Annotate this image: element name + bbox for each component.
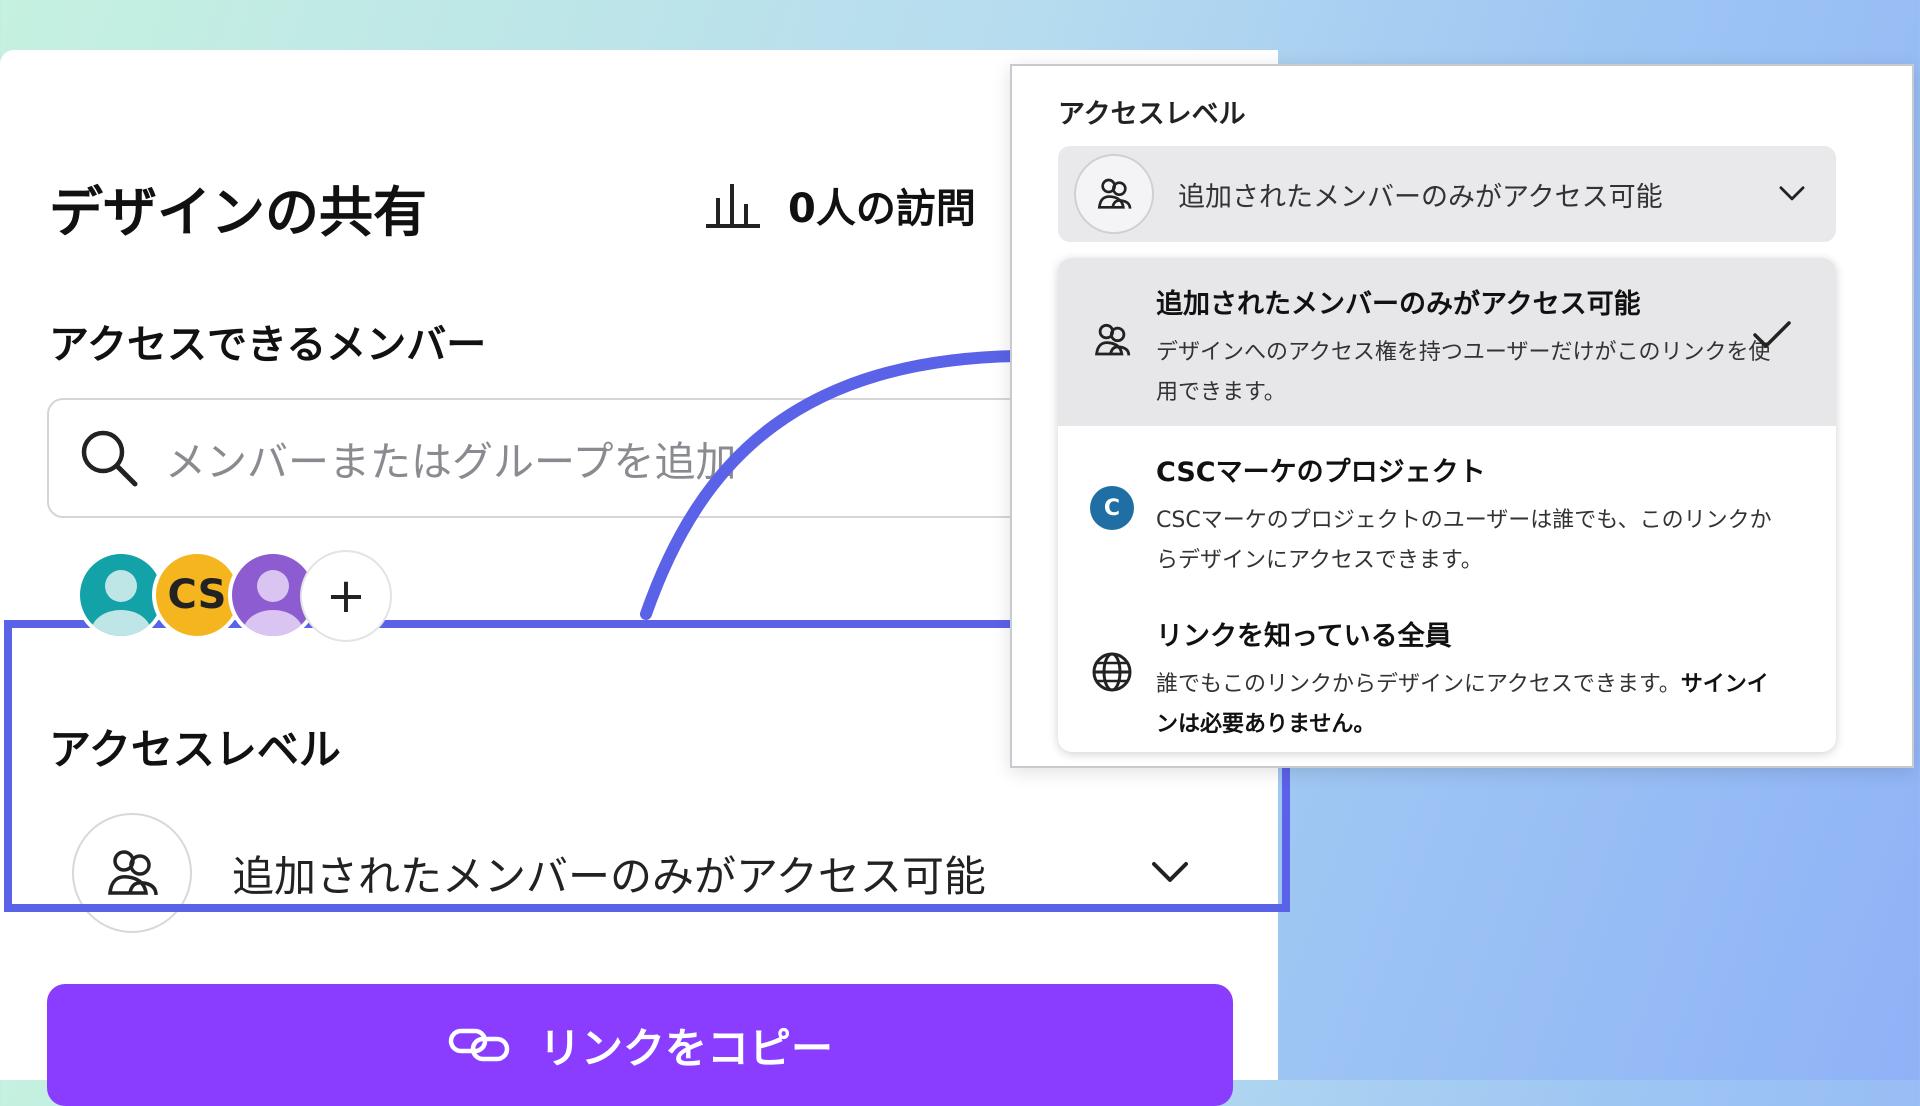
people-icon-container bbox=[1074, 154, 1154, 234]
option-title: 追加されたメンバーのみがアクセス可能 bbox=[1156, 289, 1641, 320]
search-icon bbox=[81, 430, 138, 487]
dropdown-selected-value: 追加されたメンバーのみがアクセス可能 bbox=[1178, 181, 1663, 213]
option-description: CSCマーケのプロジェクトのユーザーは誰でも、このリンクからデザインにアクセスで… bbox=[1156, 508, 1772, 573]
visitors-label: 0人の訪問 bbox=[788, 186, 976, 232]
option-members-only[interactable]: 追加されたメンバーのみがアクセス可能 デザインへのアクセス権を持つユーザーだけが… bbox=[1058, 258, 1836, 426]
user-icon bbox=[91, 570, 151, 636]
option-description: デザインへのアクセス権を持つユーザーだけがこのリンクを使用できます。 bbox=[1156, 340, 1771, 405]
page-title: デザインの共有 bbox=[49, 181, 427, 244]
plus-icon: + bbox=[325, 568, 367, 624]
add-member-button[interactable]: + bbox=[300, 550, 392, 642]
people-icon bbox=[1095, 323, 1131, 356]
dropdown-title: アクセスレベル bbox=[1058, 99, 1246, 130]
globe-icon bbox=[1092, 652, 1132, 692]
team-badge-icon: C bbox=[1090, 486, 1134, 530]
people-icon bbox=[1097, 178, 1132, 209]
link-icon bbox=[448, 1028, 510, 1062]
member-search-field[interactable]: メンバーまたはグループを追加 bbox=[47, 398, 1087, 518]
option-team-project[interactable]: C CSCマーケのプロジェクト CSCマーケのプロジェクトのユーザーは誰でも、こ… bbox=[1058, 426, 1836, 590]
copy-link-label: リンクをコピー bbox=[538, 1023, 833, 1073]
check-icon bbox=[1753, 321, 1791, 348]
access-level-dropdown: アクセスレベル 追加されたメンバーのみがアクセス可能 追加されたメンバーのみがア… bbox=[1010, 64, 1914, 768]
members-title: アクセスできるメンバー bbox=[49, 322, 487, 368]
bar-chart-icon bbox=[706, 184, 760, 228]
option-title: リンクを知っている全員 bbox=[1156, 621, 1452, 652]
search-input[interactable]: メンバーまたはグループを追加 bbox=[165, 428, 737, 488]
chevron-down-icon bbox=[1779, 186, 1805, 201]
dropdown-options: 追加されたメンバーのみがアクセス可能 デザインへのアクセス権を持つユーザーだけが… bbox=[1058, 258, 1836, 752]
visitors-stat[interactable]: 0人の訪問 bbox=[702, 176, 976, 234]
option-description: 誰でもこのリンクからデザインにアクセスできます。サインインは必要ありません。 bbox=[1156, 672, 1769, 737]
option-title: CSCマーケのプロジェクト bbox=[1156, 457, 1486, 488]
dropdown-select[interactable]: 追加されたメンバーのみがアクセス可能 bbox=[1058, 146, 1836, 242]
option-anyone-with-link[interactable]: リンクを知っている全員 誰でもこのリンクからデザインにアクセスできます。サインイ… bbox=[1058, 590, 1836, 752]
copy-link-button[interactable]: リンクをコピー bbox=[47, 984, 1233, 1106]
